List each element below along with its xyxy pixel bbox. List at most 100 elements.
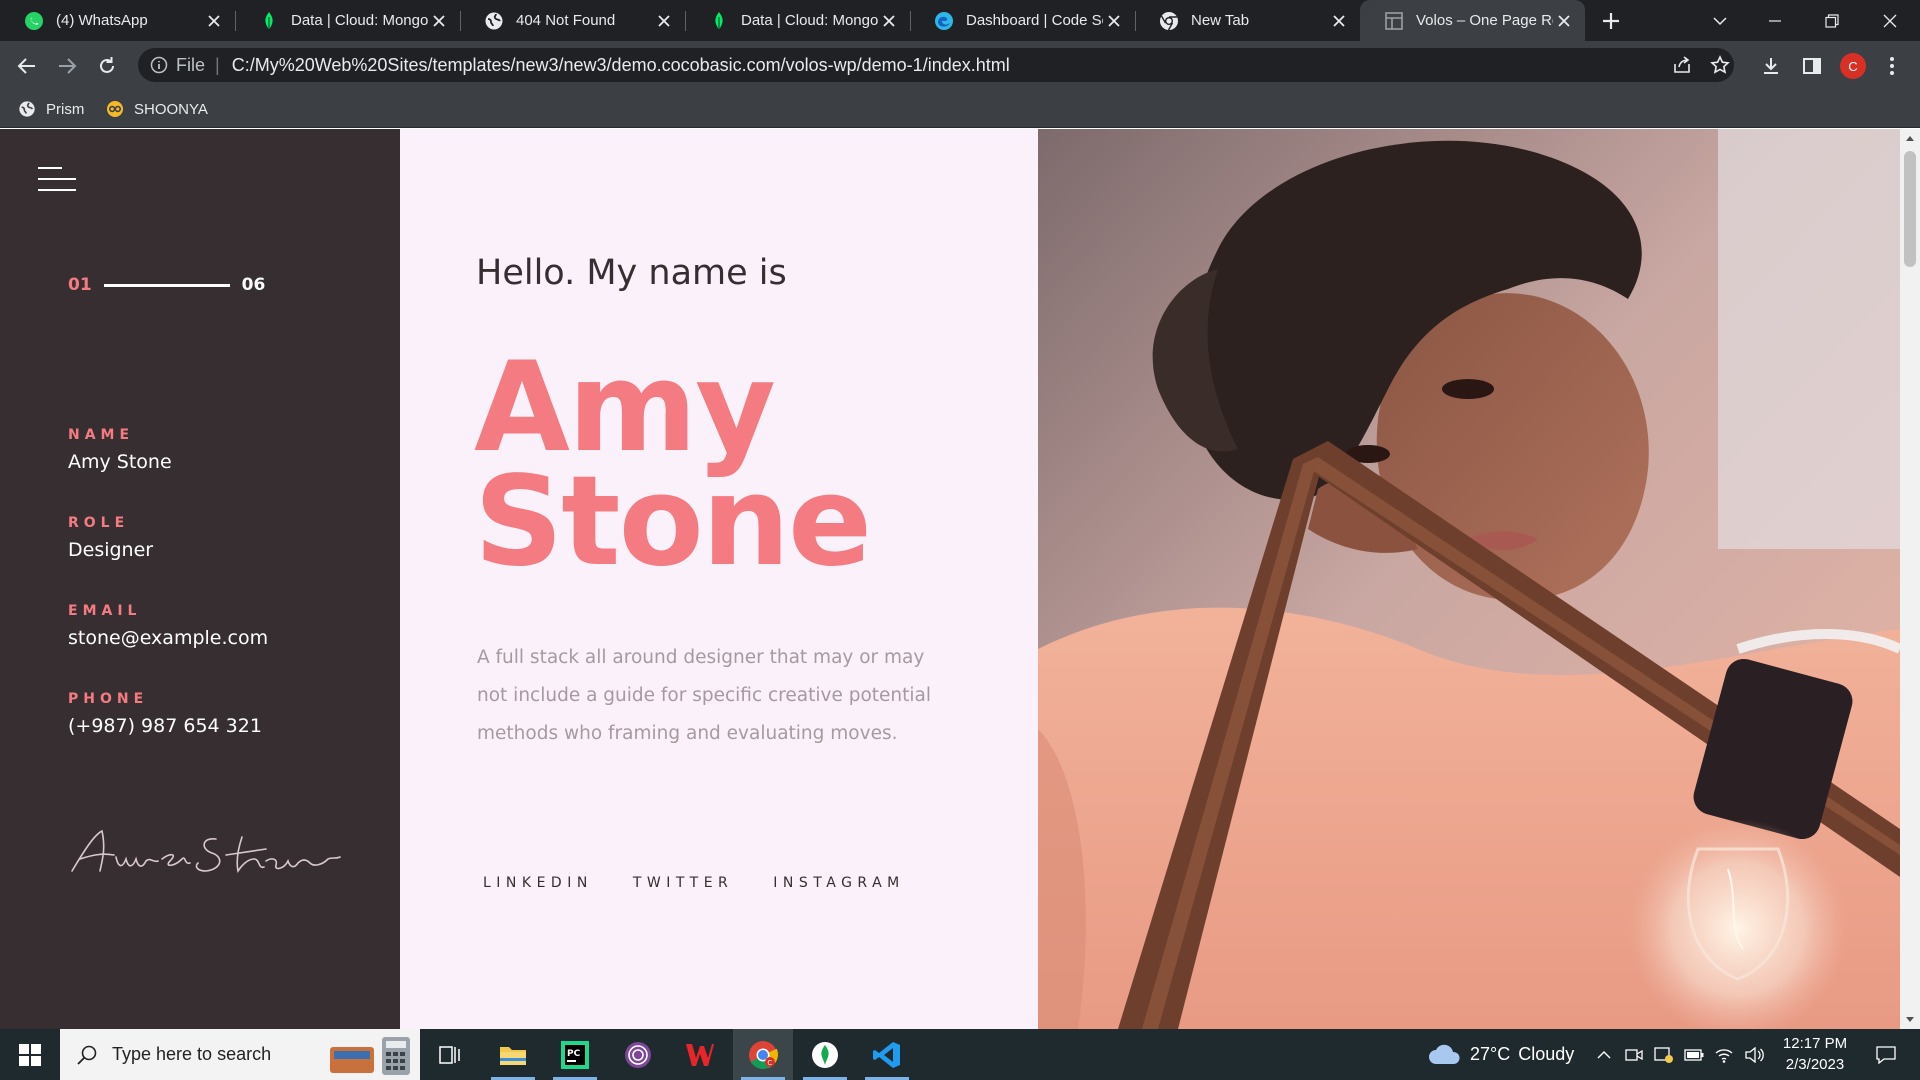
tab-close-icon[interactable] — [878, 10, 900, 32]
tray-expand-icon[interactable] — [1593, 1029, 1615, 1080]
tab-close-icon[interactable] — [203, 10, 225, 32]
bookmark-label: Prism — [46, 100, 85, 118]
scroll-up-icon[interactable] — [1900, 129, 1920, 147]
tab-404[interactable]: 404 Not Found — [460, 0, 685, 41]
tab-search-button[interactable] — [1692, 0, 1748, 41]
search-highlight-illustration — [330, 1037, 410, 1075]
page-icon — [1384, 11, 1404, 31]
tab-title: Dashboard | Code Scan — [966, 12, 1103, 29]
info-phone: PHONE (+987) 987 654 321 — [68, 691, 262, 737]
info-sidebar: 01 06 NAME Amy Stone ROLE Designer EMAIL… — [0, 129, 400, 1029]
taskbar-chrome[interactable]: C — [733, 1029, 793, 1080]
mongodb-leaf-icon — [259, 11, 279, 31]
tab-close-icon[interactable] — [1328, 10, 1350, 32]
taskbar-mongodb-compass[interactable] — [795, 1029, 855, 1080]
download-icon — [1764, 58, 1778, 74]
svg-text:PC: PC — [567, 1049, 581, 1059]
taskbar-pycharm[interactable]: PC — [545, 1029, 605, 1080]
taskbar-wps-office[interactable] — [670, 1029, 730, 1080]
info-icon[interactable] — [150, 56, 168, 74]
downloads-button[interactable] — [1756, 51, 1786, 81]
scrollbar-thumb[interactable] — [1904, 151, 1916, 267]
svg-text:C: C — [767, 1059, 772, 1067]
tab-mongodb-1[interactable]: Data | Cloud: MongoDB — [235, 0, 460, 41]
restore-button[interactable] — [1804, 0, 1860, 41]
star-icon[interactable] — [1708, 53, 1732, 77]
portrait-illustration — [1038, 129, 1900, 1029]
bookmark-prism[interactable]: Prism — [18, 96, 84, 122]
reload-button[interactable] — [92, 51, 122, 81]
social-links: LINKEDIN TWITTER INSTAGRAM — [483, 875, 945, 891]
chrome-icon — [1159, 11, 1179, 31]
tab-mongodb-2[interactable]: Data | Cloud: MongoDB — [685, 0, 910, 41]
tab-close-icon[interactable] — [1103, 10, 1125, 32]
info-label: NAME — [68, 427, 135, 443]
tab-close-icon[interactable] — [653, 10, 675, 32]
task-view-button[interactable] — [420, 1029, 480, 1080]
social-link-linkedin[interactable]: LINKEDIN — [483, 875, 593, 891]
meet-now-icon[interactable] — [1622, 1029, 1646, 1080]
search-placeholder: Type here to search — [112, 1044, 272, 1064]
info-label: ROLE — [68, 515, 130, 531]
greeting-text: Hello. My name is — [476, 253, 787, 293]
tab-new-tab[interactable]: New Tab — [1135, 0, 1360, 41]
social-link-instagram[interactable]: INSTAGRAM — [773, 875, 904, 891]
new-tab-button[interactable] — [1598, 8, 1624, 34]
profile-avatar[interactable]: C — [1840, 53, 1866, 79]
taskbar-tor-browser[interactable] — [608, 1029, 668, 1080]
page-viewport: 01 06 NAME Amy Stone ROLE Designer EMAIL… — [0, 129, 1920, 1029]
forward-button[interactable] — [52, 51, 82, 81]
share-icon[interactable] — [1670, 53, 1694, 77]
info-value[interactable]: stone@example.com — [68, 627, 268, 649]
notifications-icon[interactable] — [1866, 1029, 1906, 1080]
back-button[interactable] — [12, 51, 42, 81]
plus-icon — [1603, 13, 1619, 29]
url-text[interactable]: C:/My%20Web%20Sites/templates/new3/new3/… — [232, 55, 1010, 76]
wifi-icon[interactable] — [1712, 1029, 1736, 1080]
clock-time: 12:17 PM — [1782, 1035, 1848, 1052]
tab-close-icon[interactable] — [1553, 10, 1575, 32]
edge-icon — [934, 11, 954, 31]
taskbar-file-explorer[interactable] — [483, 1029, 543, 1080]
start-button[interactable] — [0, 1029, 60, 1080]
tab-dashboard[interactable]: Dashboard | Code Scan — [910, 0, 1135, 41]
weather-temp: 27°C — [1470, 1044, 1511, 1064]
bookmark-shoonya[interactable]: SHOONYA — [106, 96, 208, 122]
address-bar[interactable]: File | C:/My%20Web%20Sites/templates/new… — [138, 48, 1734, 82]
system-clock[interactable]: 12:17 PM 2/3/2023 — [1772, 1033, 1858, 1075]
globe-icon — [484, 11, 504, 31]
battery-icon[interactable] — [1682, 1029, 1706, 1080]
social-link-twitter[interactable]: TWITTER — [633, 875, 733, 891]
restore-icon — [1825, 13, 1839, 28]
scroll-down-icon[interactable] — [1900, 1011, 1920, 1029]
tab-volos-active[interactable]: Volos – One Page Resume — [1360, 0, 1585, 41]
hamburger-menu-icon[interactable] — [38, 167, 78, 193]
info-email: EMAIL stone@example.com — [68, 603, 268, 649]
wps-office-icon — [686, 1043, 714, 1066]
tab-whatsapp[interactable]: (4) WhatsApp — [0, 0, 235, 41]
shoonya-icon — [106, 100, 124, 118]
info-value[interactable]: (+987) 987 654 321 — [68, 715, 262, 737]
minimize-button[interactable] — [1747, 0, 1803, 41]
chrome-icon: C — [749, 1040, 778, 1069]
page-scrollbar[interactable] — [1900, 129, 1920, 1029]
windows-logo-icon — [19, 1043, 41, 1066]
taskbar-search-box[interactable]: Type here to search — [60, 1029, 420, 1080]
weather-widget[interactable]: 27°C Cloudy — [1428, 1029, 1574, 1080]
counter-total: 06 — [241, 275, 266, 295]
info-label: EMAIL — [68, 603, 142, 619]
menu-button[interactable] — [1877, 51, 1907, 81]
reload-icon — [100, 57, 114, 73]
minimize-icon — [1769, 19, 1781, 22]
close-window-button[interactable] — [1862, 0, 1918, 41]
volume-icon[interactable] — [1742, 1029, 1766, 1080]
security-icon[interactable] — [1652, 1029, 1676, 1080]
tab-close-icon[interactable] — [428, 10, 450, 32]
taskbar-vscode[interactable] — [857, 1029, 917, 1080]
arrow-left-icon — [17, 58, 35, 74]
portrait-photo — [1038, 129, 1900, 1029]
side-panel-button[interactable] — [1797, 51, 1827, 81]
info-name: NAME Amy Stone — [68, 427, 172, 473]
kebab-menu-icon — [1890, 57, 1894, 75]
folder-icon — [500, 1046, 526, 1065]
